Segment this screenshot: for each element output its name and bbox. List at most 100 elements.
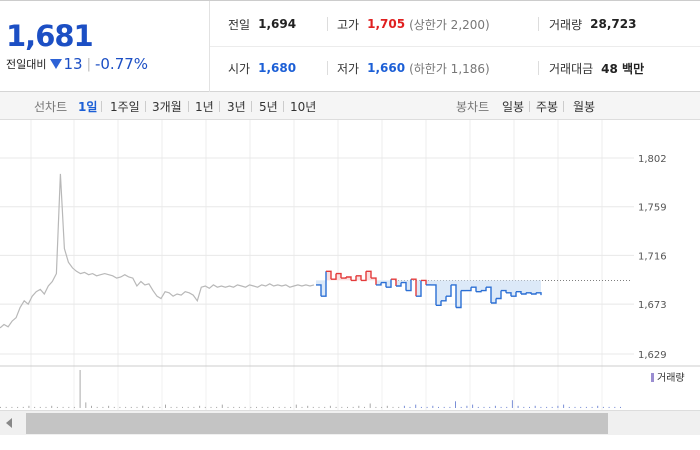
volume-bar <box>295 404 297 408</box>
tab-1year[interactable]: 1년 <box>195 98 214 115</box>
tab-weekly-candle[interactable]: 주봉 <box>536 98 558 115</box>
lower-limit: (하한가 1,186) <box>409 61 490 76</box>
today-fill-segment <box>476 280 481 292</box>
today-fill-segment <box>526 280 531 293</box>
volume-bar <box>466 405 468 408</box>
volume-bar <box>602 406 604 408</box>
prev-close-value: 1,694 <box>258 17 297 31</box>
today-price-segment <box>351 275 357 282</box>
high-label: 고가 <box>337 17 360 32</box>
today-price-segment <box>501 289 507 293</box>
tab-separator <box>251 101 252 112</box>
volume-bar <box>91 405 92 408</box>
volume-bar <box>386 405 388 408</box>
today-fill-segment <box>386 280 391 288</box>
volume-bar <box>34 406 36 408</box>
volume-bar <box>352 406 354 408</box>
volume-bar <box>597 405 599 408</box>
volume-bar <box>0 406 1 408</box>
tab-daily-candle[interactable]: 일봉 <box>502 98 524 115</box>
amount-label: 거래대금 <box>549 61 594 76</box>
today-price-segment <box>341 277 347 279</box>
down-triangle-icon <box>50 59 63 69</box>
volume-bar <box>85 402 87 408</box>
volume-bar <box>534 405 536 408</box>
candle-chart-label: 봉차트 <box>456 100 490 114</box>
upper-limit: (상한가 2,200) <box>409 17 490 32</box>
y-tick-label: 1,759 <box>638 203 667 214</box>
volume-bar <box>199 405 201 408</box>
quote-header: 1,681 전일대비 13 | -0.77% 전일 1,694 고가 1,705… <box>0 0 700 92</box>
volume-bar <box>557 405 559 408</box>
volume-bar <box>17 406 19 408</box>
today-price-segment <box>526 292 532 294</box>
volume-bar <box>5 406 7 408</box>
change-separator: | <box>86 56 91 72</box>
volume-bar <box>301 406 303 408</box>
volume-bar <box>614 406 616 408</box>
tab-1day[interactable]: 1일 <box>78 98 97 115</box>
volume-bar <box>546 406 548 408</box>
today-fill-segment <box>461 280 466 291</box>
volume-bar <box>329 405 331 408</box>
today-price-segment <box>401 281 407 291</box>
volume-bar <box>511 400 513 408</box>
scroll-left-arrow-icon[interactable] <box>6 418 12 428</box>
volume-bar <box>284 406 286 408</box>
prev-close: 전일 1,694 <box>228 15 296 33</box>
today-price-segment <box>411 278 417 297</box>
y-tick-label: 1,629 <box>638 350 667 361</box>
tab-separator <box>563 101 564 112</box>
amount-value: 48 백만 <box>601 61 645 76</box>
tab-monthly-candle[interactable]: 월봉 <box>573 98 595 115</box>
volume-bar <box>273 406 274 408</box>
tab-1week[interactable]: 1주일 <box>110 98 140 115</box>
current-price: 1,681 <box>6 19 94 53</box>
tab-separator <box>145 101 146 112</box>
volume-bar <box>574 406 576 408</box>
volume-bar <box>119 406 121 408</box>
scroll-thumb[interactable] <box>26 413 608 434</box>
volume-bar <box>591 406 593 408</box>
volume-bar <box>494 405 496 408</box>
divider <box>538 61 539 75</box>
tab-3month[interactable]: 3개월 <box>152 98 182 115</box>
row-divider <box>210 46 700 47</box>
volume-bar <box>369 403 371 408</box>
today-fill-segment <box>501 280 506 291</box>
today-fill-segment <box>481 280 486 291</box>
volume-bar <box>551 406 553 408</box>
today-fill-segment <box>466 280 471 291</box>
change-value: 13 <box>63 55 83 73</box>
volume-bar <box>500 406 502 408</box>
volume-bar <box>125 406 127 408</box>
volume-bar <box>96 406 98 408</box>
divider <box>327 17 328 31</box>
volume-bar <box>45 406 47 408</box>
volume-bar <box>193 406 195 408</box>
volume-bar <box>102 406 104 408</box>
volume-bar <box>335 406 337 408</box>
y-tick-label: 1,802 <box>638 154 667 165</box>
tab-3year[interactable]: 3년 <box>227 98 246 115</box>
tab-10year[interactable]: 10년 <box>290 98 316 115</box>
y-tick-label: 1,716 <box>638 251 667 262</box>
volume-bar <box>159 406 161 408</box>
volume-bar <box>165 404 166 408</box>
volume-bar <box>39 406 41 408</box>
y-tick-label: 1,673 <box>638 300 667 311</box>
today-fill-segment <box>366 271 371 281</box>
volume-bar <box>620 406 621 408</box>
volume-bar <box>563 404 565 408</box>
volume-bar <box>312 406 314 408</box>
low-label: 저가 <box>337 61 360 76</box>
today-fill-segment <box>406 280 411 291</box>
volume-bar <box>22 406 24 408</box>
volume-bar <box>483 406 485 408</box>
today-fill-segment <box>511 280 516 297</box>
volume-bar <box>426 406 428 408</box>
tab-5year[interactable]: 5년 <box>259 98 278 115</box>
volume-bar <box>250 406 252 408</box>
chart-scrollbar[interactable] <box>0 410 700 435</box>
volume-bar <box>381 406 383 408</box>
